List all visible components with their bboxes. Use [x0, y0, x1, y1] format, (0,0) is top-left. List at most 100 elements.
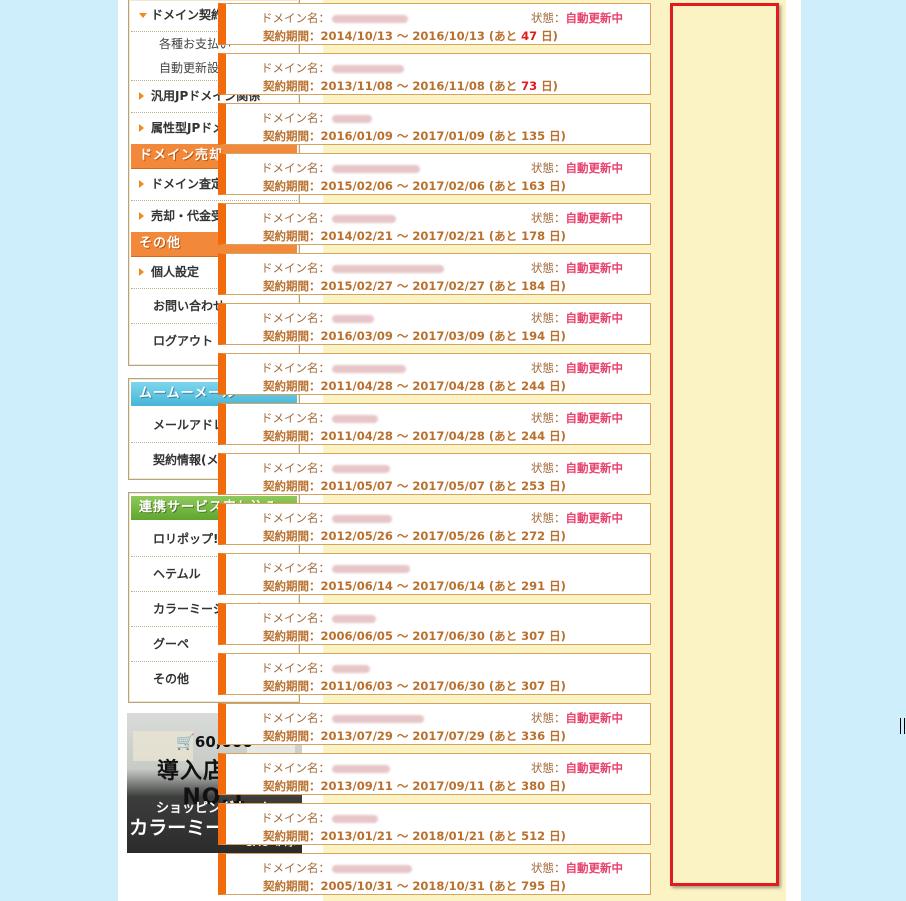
domain-name-label: ドメイン名：: [261, 461, 330, 475]
domain-name-label: ドメイン名：: [261, 561, 330, 575]
domain-card[interactable]: ドメイン名： 契約期間：2013/01/21 ～ 2018/01/21 (あと 5…: [218, 803, 651, 845]
days-remaining-suffix: 日): [537, 29, 558, 43]
contract-period-value: 2011/06/03 ～ 2017/06/30 (あと 307 日): [320, 679, 566, 693]
domain-name-redacted[interactable]: [332, 114, 372, 123]
status-indicator: 状態：自動更新中: [531, 460, 623, 476]
contract-period-row: 契約期間：2011/05/07 ～ 2017/05/07 (あと 253 日): [263, 478, 566, 494]
domain-name-redacted[interactable]: [332, 764, 390, 773]
contract-period-label: 契約期間：: [263, 79, 321, 93]
domain-card[interactable]: ドメイン名： 契約期間：2013/11/08 ～ 2016/11/08 (あと 7…: [218, 53, 651, 95]
domain-card[interactable]: ドメイン名： 契約期間：2015/02/06 ～ 2017/02/06 (あと 1…: [218, 153, 651, 195]
domain-name-row: ドメイン名：: [261, 460, 390, 476]
domain-card[interactable]: ドメイン名： 契約期間：2011/05/07 ～ 2017/05/07 (あと 2…: [218, 453, 651, 495]
contract-period-row: 契約期間：2015/06/14 ～ 2017/06/14 (あと 291 日): [263, 578, 566, 594]
contract-period-label: 契約期間：: [263, 729, 321, 743]
domain-name-redacted[interactable]: [332, 814, 378, 823]
contract-period-label: 契約期間：: [263, 779, 321, 793]
status-auto-renew-badge: 自動更新中: [565, 361, 624, 375]
domain-name-label: ドメイン名：: [261, 311, 330, 325]
contract-period-label: 契約期間：: [263, 379, 321, 393]
domain-name-redacted[interactable]: [332, 464, 390, 473]
domain-card[interactable]: ドメイン名： 契約期間：2011/04/28 ～ 2017/04/28 (あと 2…: [218, 353, 651, 395]
domain-name-row: ドメイン名：: [261, 60, 404, 76]
domain-name-redacted[interactable]: [332, 264, 444, 273]
contract-period-value: 2013/09/11 ～ 2017/09/11 (あと 380 日): [320, 779, 566, 793]
contract-period-row: 契約期間：2015/02/27 ～ 2017/02/27 (あと 184 日): [263, 278, 566, 294]
domain-name-label: ドメイン名：: [261, 61, 330, 75]
domain-name-row: ドメイン名：: [261, 10, 408, 26]
domain-card[interactable]: ドメイン名： 契約期間：2011/04/28 ～ 2017/04/28 (あと 2…: [218, 403, 651, 445]
domain-name-redacted[interactable]: [332, 614, 376, 623]
domain-card[interactable]: ドメイン名： 契約期間：2011/06/03 ～ 2017/06/30 (あと 3…: [218, 653, 651, 695]
domain-card[interactable]: ドメイン名： 契約期間：2005/10/31 ～ 2018/10/31 (あと 7…: [218, 853, 651, 895]
domain-card[interactable]: ドメイン名： 契約期間：2014/10/13 ～ 2016/10/13 (あと 4…: [218, 3, 651, 45]
status-indicator: 状態：自動更新中: [531, 160, 623, 176]
domain-name-label: ドメイン名：: [261, 161, 330, 175]
contract-period-row: 契約期間：2014/10/13 ～ 2016/10/13 (あと 47 日): [263, 28, 558, 44]
contract-period-label: 契約期間：: [263, 229, 321, 243]
chevron-right-icon: [139, 180, 144, 188]
domain-name-redacted[interactable]: [332, 864, 412, 873]
status-indicator: 状態：自動更新中: [531, 260, 623, 276]
status-indicator: 状態：自動更新中: [531, 510, 623, 526]
contract-period-label: 契約期間：: [263, 679, 321, 693]
domain-card[interactable]: ドメイン名： 契約期間：2006/06/05 ～ 2017/06/30 (あと 3…: [218, 603, 651, 645]
domain-name-redacted[interactable]: [332, 414, 378, 423]
domain-card[interactable]: ドメイン名： 契約期間：2013/07/29 ～ 2017/07/29 (あと 3…: [218, 703, 651, 745]
contract-period-label: 契約期間：: [263, 129, 321, 143]
domain-card[interactable]: ドメイン名： 契約期間：2015/02/27 ～ 2017/02/27 (あと 1…: [218, 253, 651, 295]
domain-card[interactable]: ドメイン名： 契約期間：2016/01/09 ～ 2017/01/09 (あと 1…: [218, 103, 651, 145]
contract-period-row: 契約期間：2013/01/21 ～ 2018/01/21 (あと 512 日): [263, 828, 566, 844]
contract-period-value: 2011/04/28 ～ 2017/04/28 (あと 244 日): [320, 429, 566, 443]
domain-name-redacted[interactable]: [332, 164, 420, 173]
contract-period-value: 2013/11/08 ～ 2016/11/08 (あと: [320, 79, 522, 93]
domain-card[interactable]: ドメイン名： 契約期間：2013/09/11 ～ 2017/09/11 (あと 3…: [218, 753, 651, 795]
days-remaining-suffix: 日): [537, 79, 558, 93]
domain-name-redacted[interactable]: [332, 214, 396, 223]
contract-period-row: 契約期間：2016/01/09 ～ 2017/01/09 (あと 135 日): [263, 128, 566, 144]
domain-name-row: ドメイン名：: [261, 660, 370, 676]
domain-card[interactable]: ドメイン名： 契約期間：2012/05/26 ～ 2017/05/26 (あと 2…: [218, 503, 651, 545]
domain-name-redacted[interactable]: [332, 664, 370, 673]
status-auto-renew-badge: 自動更新中: [565, 211, 624, 225]
contract-period-value: 2011/05/07 ～ 2017/05/07 (あと 253 日): [320, 479, 566, 493]
status-auto-renew-badge: 自動更新中: [565, 411, 624, 425]
status-auto-renew-badge: 自動更新中: [565, 11, 624, 25]
domain-name-redacted[interactable]: [332, 714, 424, 723]
sidebar-item-label: ドメイン査定: [151, 177, 224, 191]
domain-name-row: ドメイン名：: [261, 860, 412, 876]
domain-name-redacted[interactable]: [332, 364, 406, 373]
domain-card[interactable]: ドメイン名： 契約期間：2015/06/14 ～ 2017/06/14 (あと 2…: [218, 553, 651, 595]
contract-period-row: 契約期間：2013/11/08 ～ 2016/11/08 (あと 73 日): [263, 78, 558, 94]
domain-name-redacted[interactable]: [332, 14, 408, 23]
domain-name-redacted[interactable]: [332, 514, 392, 523]
contract-period-row: 契約期間：2012/05/26 ～ 2017/05/26 (あと 272 日): [263, 528, 566, 544]
status-indicator: 状態：自動更新中: [531, 710, 623, 726]
status-label: 状態：: [531, 261, 566, 275]
chevron-right-icon: [139, 92, 144, 100]
contract-period-value: 2016/01/09 ～ 2017/01/09 (あと 135 日): [320, 129, 566, 143]
contract-period-label: 契約期間：: [263, 579, 321, 593]
contract-period-value: 2013/01/21 ～ 2018/01/21 (あと 512 日): [320, 829, 566, 843]
contract-period-label: 契約期間：: [263, 529, 321, 543]
status-auto-renew-badge: 自動更新中: [565, 761, 624, 775]
domain-card[interactable]: ドメイン名： 契約期間：2016/03/09 ～ 2017/03/09 (あと 1…: [218, 303, 651, 345]
domain-name-redacted[interactable]: [332, 314, 374, 323]
domain-name-redacted[interactable]: [332, 64, 404, 73]
status-label: 状態：: [531, 361, 566, 375]
contract-period-value: 2012/05/26 ～ 2017/05/26 (あと 272 日): [320, 529, 566, 543]
domain-name-redacted[interactable]: [332, 564, 410, 573]
domain-name-row: ドメイン名：: [261, 160, 420, 176]
contract-period-value: 2014/02/21 ～ 2017/02/21 (あと 178 日): [320, 229, 566, 243]
contract-period-row: 契約期間：2015/02/06 ～ 2017/02/06 (あと 163 日): [263, 178, 566, 194]
domain-name-label: ドメイン名：: [261, 661, 330, 675]
contract-period-row: 契約期間：2006/06/05 ～ 2017/06/30 (あと 307 日): [263, 628, 566, 644]
days-remaining-value: 73: [521, 79, 538, 93]
status-label: 状態：: [531, 11, 566, 25]
domain-card[interactable]: ドメイン名： 契約期間：2014/02/21 ～ 2017/02/21 (あと 1…: [218, 203, 651, 245]
status-auto-renew-badge: 自動更新中: [565, 311, 624, 325]
status-label: 状態：: [531, 761, 566, 775]
domain-name-label: ドメイン名：: [261, 861, 330, 875]
domain-name-row: ドメイン名：: [261, 310, 374, 326]
chevron-right-icon: [139, 212, 144, 220]
